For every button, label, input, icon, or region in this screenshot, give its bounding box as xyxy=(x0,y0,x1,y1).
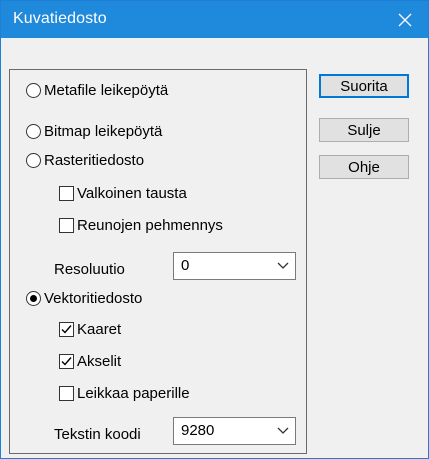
checkmark-icon xyxy=(61,325,72,334)
codepage-label: Tekstin koodi xyxy=(54,426,141,443)
checkbox-white-background[interactable]: Valkoinen tausta xyxy=(59,185,187,202)
window-title: Kuvatiedosto xyxy=(13,10,107,27)
resolution-select[interactable]: 0 xyxy=(173,252,296,280)
radio-vector-file[interactable]: Vektoritiedosto xyxy=(26,290,142,307)
radio-icon xyxy=(26,291,41,306)
radio-vector-label: Vektoritiedosto xyxy=(44,290,143,307)
close-icon[interactable] xyxy=(390,6,420,34)
radio-icon xyxy=(26,153,41,168)
radio-bitmap-clipboard[interactable]: Bitmap leikepöytä xyxy=(26,123,162,140)
checkbox-antialias[interactable]: Reunojen pehmennys xyxy=(59,217,223,234)
checkbox-arcs[interactable]: Kaaret xyxy=(59,321,121,338)
resolution-value: 0 xyxy=(181,257,190,274)
checkbox-clip-to-paper[interactable]: Leikkaa paperille xyxy=(59,385,190,402)
radio-icon xyxy=(26,83,41,98)
checkbox-icon xyxy=(59,186,74,201)
resolution-label: Resoluutio xyxy=(54,261,125,278)
radio-metafile-clipboard[interactable]: Metafile leikepöytä xyxy=(26,82,168,99)
checkbox-icon xyxy=(59,218,74,233)
codepage-select[interactable]: 9280 xyxy=(173,417,296,445)
checkbox-icon xyxy=(59,354,74,369)
checkbox-axes-label: Akselit xyxy=(77,353,122,370)
chevron-down-icon xyxy=(277,262,289,269)
title-bar: Kuvatiedosto xyxy=(1,1,428,38)
checkbox-clip-label: Leikkaa paperille xyxy=(77,385,190,402)
checkbox-icon xyxy=(59,386,74,401)
checkbox-icon xyxy=(59,322,74,337)
chevron-down-icon xyxy=(277,427,289,434)
dialog-window: Kuvatiedosto Metafile leikepöytä Bitmap … xyxy=(0,0,429,459)
radio-bitmap-label: Bitmap leikepöytä xyxy=(44,123,163,140)
radio-icon xyxy=(26,124,41,139)
run-button[interactable]: Suorita xyxy=(319,74,409,98)
radio-raster-label: Rasteritiedosto xyxy=(44,152,145,169)
help-button[interactable]: Ohje xyxy=(319,155,409,179)
checkbox-white-background-label: Valkoinen tausta xyxy=(77,185,187,202)
codepage-value: 9280 xyxy=(181,422,215,439)
radio-raster-file[interactable]: Rasteritiedosto xyxy=(26,152,144,169)
checkmark-icon xyxy=(61,357,72,366)
checkbox-arcs-label: Kaaret xyxy=(77,321,122,338)
close-button[interactable]: Sulje xyxy=(319,118,409,142)
checkbox-antialias-label: Reunojen pehmennys xyxy=(77,217,223,234)
checkbox-axes[interactable]: Akselit xyxy=(59,353,121,370)
radio-metafile-label: Metafile leikepöytä xyxy=(44,82,169,99)
